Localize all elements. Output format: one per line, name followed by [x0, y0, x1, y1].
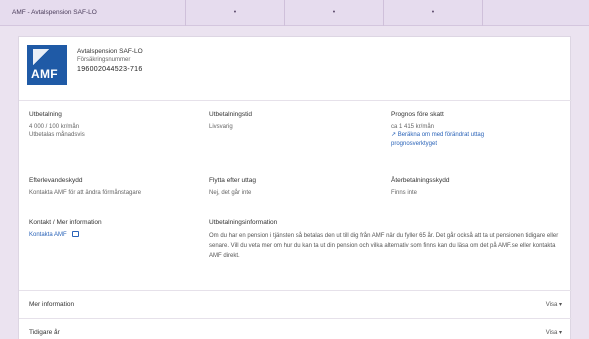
- utbetalningstid-label: Utbetalningstid: [209, 111, 252, 118]
- utbetalning-label: Utbetalning: [29, 111, 62, 118]
- company-meta: Avtalspension SAF-LO Försäkringsnummer 1…: [77, 45, 143, 85]
- prognos-label: Prognos före skatt: [391, 111, 444, 118]
- tab-3-label: •: [332, 9, 336, 16]
- company-type: Försäkringsnummer: [77, 57, 131, 63]
- external-link-icon: [72, 230, 80, 237]
- utbetalningsinfo-text: Om du har en pension i tjänsten så betal…: [209, 232, 559, 259]
- accordion-title: Tidigare år: [29, 329, 60, 336]
- field-utbetalning: Utbetalning 4 000 / 100 kr/mån Utbetalas…: [29, 111, 189, 140]
- flytta-label: Flytta efter uttag: [209, 177, 256, 184]
- field-utbetalningsinfo: Utbetalningsinformation Om du har en pen…: [209, 219, 564, 261]
- accordion-toggle[interactable]: Visa ▾: [546, 329, 562, 336]
- accordion-tidigare-ar[interactable]: Tidigare år Visa ▾: [19, 318, 572, 339]
- tab-4-label: •: [431, 9, 435, 16]
- prognos-value: ca 1 415 kr/mån: [391, 123, 435, 130]
- logo-text: AMF: [31, 67, 58, 81]
- utbetalningsinfo-label: Utbetalningsinformation: [209, 219, 278, 226]
- field-utbetalningstid: Utbetalningstid Livsvarig: [209, 111, 369, 131]
- prognos-link-text: Beräkna om med förändrat uttag: [397, 132, 485, 138]
- accordion-toggle[interactable]: Visa ▾: [546, 301, 562, 308]
- utbetalning-value-1: 4 000 / 100 kr/mån: [29, 123, 80, 130]
- accordion-mer-information[interactable]: Mer information Visa ▾: [19, 290, 572, 318]
- header-divider: [19, 100, 572, 101]
- kontakt-link[interactable]: Kontakta AMF: [29, 230, 199, 240]
- field-efterlevandeskydd: Efterlevandeskydd Kontakta AMF för att ä…: [29, 177, 204, 197]
- utbetalning-value-2: Utbetalas månadsvis: [29, 132, 85, 138]
- field-prognos: Prognos före skatt ca 1 415 kr/mån ↗ Ber…: [391, 111, 561, 148]
- efterlevandeskydd-label: Efterlevandeskydd: [29, 177, 83, 184]
- tab-main[interactable]: AMF - Avtalspension SAF-LO: [0, 0, 186, 26]
- efterlevandeskydd-value: Kontakta AMF för att ändra förmånstagare: [29, 189, 142, 196]
- aterbetalning-value: Finns inte: [391, 189, 418, 196]
- company-name: Avtalspension SAF-LO: [77, 48, 143, 55]
- tab-3[interactable]: •: [285, 0, 384, 26]
- utbetalningstid-value: Livsvarig: [209, 123, 233, 130]
- link-arrow-icon: ↗: [391, 132, 397, 138]
- tab-main-label: AMF - Avtalspension SAF-LO: [12, 9, 97, 16]
- field-kontakt: Kontakt / Mer information Kontakta AMF: [29, 219, 199, 239]
- field-flytta: Flytta efter uttag Nej, det går inte: [209, 177, 369, 197]
- company-header: AMF Avtalspension SAF-LO Försäkringsnumm…: [27, 45, 143, 85]
- tab-2[interactable]: •: [186, 0, 285, 26]
- kontakt-label: Kontakt / Mer information: [29, 219, 102, 226]
- pension-card: AMF Avtalspension SAF-LO Försäkringsnumm…: [18, 36, 572, 339]
- top-bar: AMF - Avtalspension SAF-LO • • •: [0, 0, 589, 26]
- field-aterbetalning: Återbetalningsskydd Finns inte: [391, 177, 551, 197]
- policy-number: 196002044523-716: [77, 66, 143, 73]
- kontakt-link-text: Kontakta AMF: [29, 231, 67, 238]
- flytta-value: Nej, det går inte: [209, 189, 252, 196]
- tab-4[interactable]: •: [384, 0, 483, 26]
- prognos-tool-link[interactable]: prognosverktyget: [391, 140, 561, 149]
- tab-2-label: •: [233, 9, 237, 16]
- amf-logo: AMF: [27, 45, 67, 85]
- aterbetalning-label: Återbetalningsskydd: [391, 177, 450, 184]
- accordion-title: Mer information: [29, 301, 75, 308]
- logo-mark-icon: [33, 49, 55, 67]
- prognos-link[interactable]: ↗ Beräkna om med förändrat uttag: [391, 131, 561, 140]
